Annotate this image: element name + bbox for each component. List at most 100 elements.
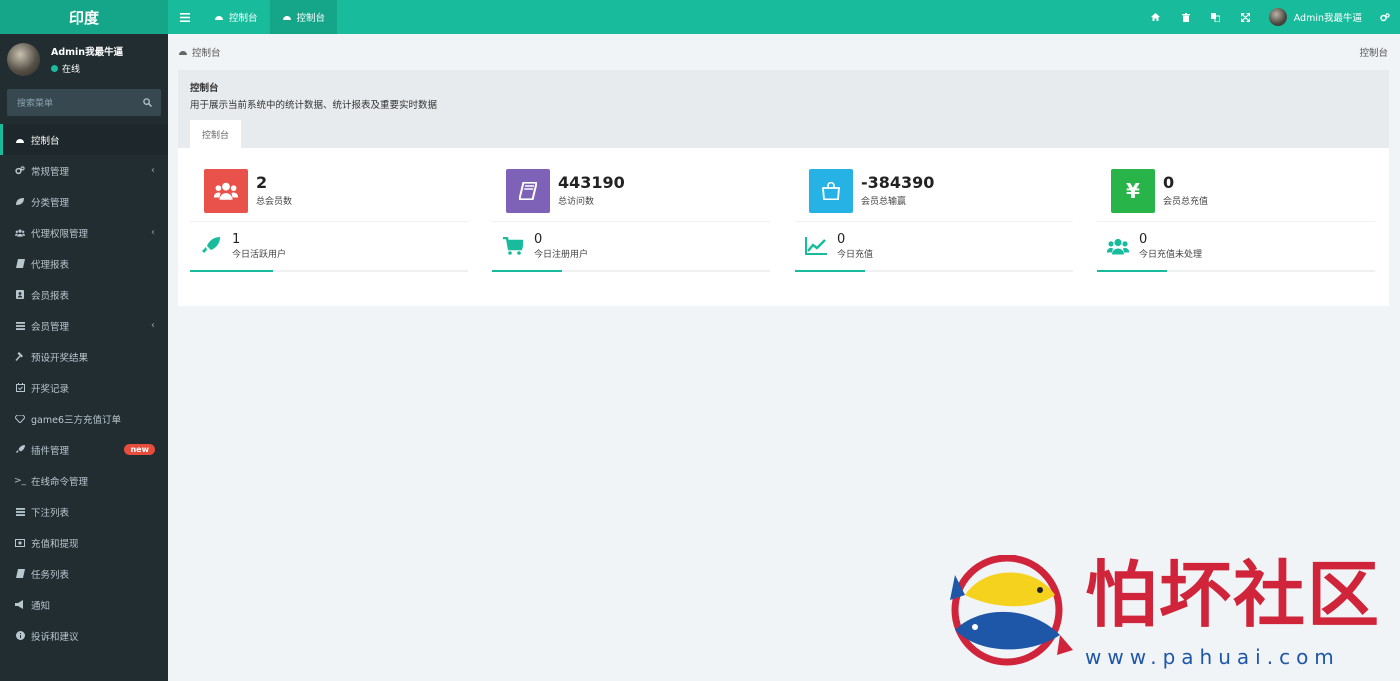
- user-menu[interactable]: Admin我最牛逼: [1261, 0, 1370, 34]
- stat-icon-box: [809, 168, 853, 213]
- breadcrumb-right: 控制台: [1359, 48, 1388, 59]
- sidebar-menu: 控制台 常规管理 ‹ 分类管理 代理权限管理 ‹ 代理报表 会员报表 会员管理 …: [0, 124, 168, 651]
- chevron-left-icon: ‹: [151, 165, 155, 176]
- sub-label: 今日活跃用户: [232, 249, 287, 260]
- settings-icon: [1380, 12, 1390, 21]
- sidebar-item-complaints[interactable]: 投诉和建议: [0, 620, 168, 651]
- search-icon[interactable]: [143, 98, 152, 107]
- sidebar-item-label: 在线命令管理: [31, 476, 89, 488]
- online-dot-icon: [51, 64, 58, 72]
- settings-button[interactable]: [1370, 0, 1400, 34]
- sidebar-item-plugins[interactable]: 插件管理 new: [0, 434, 168, 465]
- stat-label: 总访问数: [558, 197, 595, 207]
- rocket-icon: [15, 445, 25, 455]
- sidebar-item-task-list[interactable]: 任务列表: [0, 558, 168, 589]
- stat-sub: 1 今日活跃用户: [190, 222, 468, 272]
- user-panel: Admin我最牛逼 在线: [0, 34, 168, 84]
- book-icon: [15, 569, 25, 579]
- search-placeholder: 搜索菜单: [17, 99, 54, 109]
- top-user-name: Admin我最牛逼: [1293, 13, 1362, 24]
- language-button[interactable]: [1201, 0, 1231, 34]
- stat-card-net-winloss: -384390 会员总输赢 0 今日充值: [795, 160, 1073, 280]
- fullscreen-button[interactable]: [1231, 0, 1261, 34]
- top-tab-dashboard-2[interactable]: 控制台: [269, 0, 338, 34]
- avatar: [1268, 8, 1287, 26]
- sidebar-item-category[interactable]: 分类管理: [0, 186, 168, 217]
- sub-value: 0: [534, 231, 543, 247]
- dashboard-icon: [215, 16, 223, 20]
- sidebar-item-label: 通知: [31, 600, 51, 612]
- money-icon: [15, 538, 25, 548]
- progress-bar: [492, 270, 562, 272]
- diamond-icon: [15, 414, 25, 424]
- list-icon: [15, 507, 25, 517]
- progress-bar: [795, 270, 865, 272]
- sidebar: Admin我最牛逼 在线 搜索菜单 控制台 常规管理 ‹ 分类管理 代理权限管理…: [0, 34, 168, 681]
- progress-bar: [1097, 270, 1167, 272]
- stat-card-total-recharge: ¥ 0 会员总充值 0 今日充值未处理: [1097, 160, 1375, 280]
- watermark: 怕坏社区 www.pahuai.com: [945, 555, 1395, 675]
- clear-cache-button[interactable]: [1171, 0, 1201, 34]
- stat-card-visits: 443190 总访问数 0 今日注册用户: [492, 160, 770, 280]
- sidebar-item-bet-list[interactable]: 下注列表: [0, 496, 168, 527]
- stat-card-members: 2 总会员数 1 今日活跃用户: [190, 160, 468, 280]
- gavel-icon: [15, 352, 25, 362]
- top-tab-dashboard-1[interactable]: 控制台: [202, 0, 270, 34]
- sidebar-item-member-report[interactable]: 会员报表: [0, 279, 168, 310]
- sidebar-item-label: 插件管理: [31, 445, 70, 457]
- sidebar-item-general[interactable]: 常规管理 ‹: [0, 155, 168, 186]
- breadcrumb: 控制台 控制台: [168, 34, 1400, 70]
- stat-sub: 0 今日注册用户: [492, 222, 770, 272]
- home-button[interactable]: [1141, 0, 1171, 34]
- fish-logo-icon: [950, 555, 1073, 666]
- sidebar-toggle-button[interactable]: [168, 0, 202, 34]
- brand-logo[interactable]: 印度: [0, 0, 168, 34]
- stat-value: 0: [1163, 173, 1175, 192]
- sub-value: 0: [1139, 231, 1148, 247]
- chart-line-icon: [805, 235, 827, 257]
- shopping-bag-icon: [822, 181, 840, 200]
- stat-icon-box: [506, 168, 550, 213]
- tab-dashboard[interactable]: 控制台: [190, 120, 241, 148]
- stat-label: 总会员数: [256, 197, 293, 207]
- stat-label: 会员总输赢: [861, 197, 907, 207]
- breadcrumb-label[interactable]: 控制台: [192, 45, 221, 59]
- bullhorn-icon: [15, 600, 25, 610]
- book-icon: [519, 181, 537, 200]
- dashboard-panel: 控制台 用于展示当前系统中的统计数据、统计报表及重要实时数据 控制台 2 总会员…: [178, 70, 1389, 306]
- sub-value: 1: [232, 231, 241, 247]
- sidebar-item-agent-report[interactable]: 代理报表: [0, 248, 168, 279]
- sidebar-item-preset-results[interactable]: 预设开奖结果: [0, 341, 168, 372]
- dashboard-icon: [15, 135, 25, 145]
- fullscreen-icon: [1241, 12, 1251, 22]
- list-icon: [15, 321, 25, 331]
- sidebar-item-recharge-withdraw[interactable]: 充值和提现: [0, 527, 168, 558]
- users-icon: [15, 228, 25, 238]
- watermark-text: 怕坏社区: [1085, 552, 1382, 637]
- dashboard-icon: [282, 16, 291, 20]
- sidebar-item-member-management[interactable]: 会员管理 ‹: [0, 310, 168, 341]
- cart-icon: [502, 235, 524, 257]
- info-circle-icon: [15, 631, 25, 641]
- sub-value: 0: [837, 231, 846, 247]
- language-icon: [1211, 12, 1221, 22]
- top-tab-label: 控制台: [229, 13, 258, 24]
- dashboard-icon: [179, 51, 187, 55]
- menu-icon: [180, 12, 190, 22]
- sidebar-item-online-commands[interactable]: >_ 在线命令管理: [0, 465, 168, 496]
- sidebar-item-label: 充值和提现: [31, 538, 79, 550]
- sidebar-item-dashboard[interactable]: 控制台: [0, 124, 168, 155]
- sidebar-item-game6-orders[interactable]: game6三方充值订单: [0, 403, 168, 434]
- sidebar-item-draw-records[interactable]: 开奖记录: [0, 372, 168, 403]
- stat-value: -384390: [861, 173, 935, 192]
- sidebar-item-notifications[interactable]: 通知: [0, 589, 168, 620]
- search-input[interactable]: 搜索菜单: [7, 89, 161, 116]
- sidebar-item-label: 预设开奖结果: [31, 352, 89, 364]
- yen-icon: ¥: [1126, 178, 1140, 203]
- sidebar-item-label: 会员报表: [31, 290, 70, 302]
- panel-title: 控制台: [190, 83, 219, 94]
- sidebar-item-agent-permissions[interactable]: 代理权限管理 ‹: [0, 217, 168, 248]
- book-icon: [15, 259, 25, 269]
- stat-icon-box: ¥: [1111, 168, 1155, 213]
- top-navbar: 印度 控制台 控制台 Admin我最牛逼: [0, 0, 1400, 34]
